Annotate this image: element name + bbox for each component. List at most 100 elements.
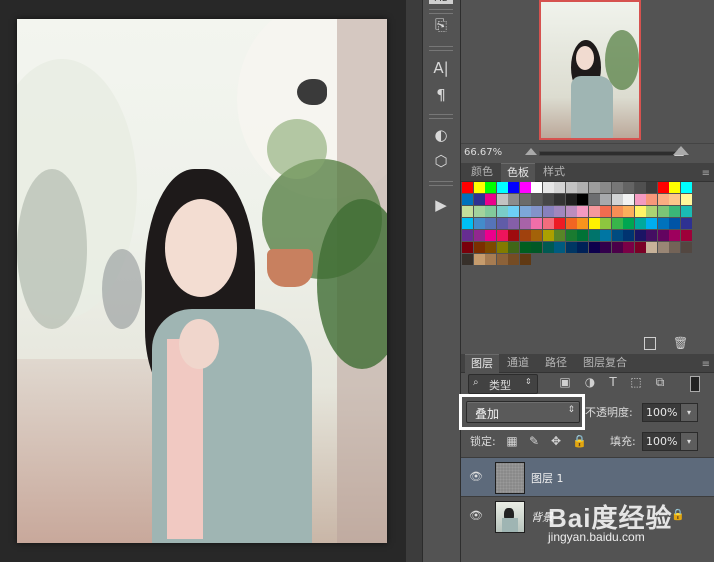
layer-name[interactable]: 图层 1 (531, 470, 564, 486)
color-swatch[interactable] (542, 218, 554, 229)
color-swatch[interactable] (462, 242, 473, 253)
zoom-out-icon[interactable] (525, 148, 537, 155)
color-swatch[interactable] (473, 254, 485, 265)
color-swatch[interactable] (462, 194, 473, 205)
color-swatch[interactable] (588, 242, 600, 253)
color-swatch[interactable] (669, 206, 680, 217)
color-swatch[interactable] (519, 218, 531, 229)
color-swatch[interactable] (634, 206, 646, 217)
adjustments-icon[interactable]: ◐ (429, 124, 453, 146)
color-swatch[interactable] (577, 182, 588, 193)
color-swatch[interactable] (577, 206, 588, 217)
color-swatch[interactable] (519, 194, 531, 205)
color-swatch[interactable] (565, 194, 577, 205)
color-swatch[interactable] (496, 182, 508, 193)
color-swatch[interactable] (680, 242, 692, 253)
color-swatch[interactable] (554, 230, 565, 241)
color-swatch[interactable] (473, 242, 485, 253)
color-swatch[interactable] (531, 182, 542, 193)
color-swatch[interactable] (634, 182, 646, 193)
color-swatch[interactable] (519, 182, 531, 193)
color-swatch[interactable] (600, 182, 611, 193)
color-swatch[interactable] (542, 242, 554, 253)
color-swatch[interactable] (565, 206, 577, 217)
color-swatch[interactable] (462, 230, 473, 241)
color-swatch[interactable] (496, 206, 508, 217)
color-swatch[interactable] (669, 218, 680, 229)
color-swatch[interactable] (577, 242, 588, 253)
new-swatch-icon[interactable] (644, 337, 656, 350)
color-swatch[interactable] (485, 194, 496, 205)
color-swatch[interactable] (565, 218, 577, 229)
color-swatch[interactable] (462, 206, 473, 217)
color-swatch[interactable] (588, 230, 600, 241)
color-swatch[interactable] (508, 194, 519, 205)
tab-layers[interactable]: 图层 (465, 354, 499, 373)
color-swatch[interactable] (680, 230, 692, 241)
color-swatch[interactable] (519, 230, 531, 241)
color-swatch[interactable] (600, 242, 611, 253)
color-swatch[interactable] (634, 242, 646, 253)
tab-styles[interactable]: 样式 (537, 163, 571, 181)
color-swatch[interactable] (496, 218, 508, 229)
color-swatch[interactable] (646, 194, 657, 205)
color-swatch[interactable] (531, 218, 542, 229)
color-swatch[interactable] (554, 242, 565, 253)
eye-icon[interactable]: 👁 (469, 509, 483, 523)
color-swatch[interactable] (462, 218, 473, 229)
color-swatch[interactable] (554, 182, 565, 193)
color-swatch[interactable] (646, 182, 657, 193)
panel-menu-icon[interactable]: ≡ (702, 168, 710, 179)
fill-input[interactable]: 100% (642, 432, 682, 451)
filter-shape-icon[interactable]: ⬚ (628, 375, 644, 391)
color-swatch[interactable] (669, 242, 680, 253)
color-swatch[interactable] (496, 194, 508, 205)
color-swatch[interactable] (646, 218, 657, 229)
color-swatch[interactable] (519, 206, 531, 217)
swatch-grid[interactable] (462, 182, 693, 268)
eye-icon[interactable]: 👁 (469, 470, 483, 484)
color-swatch[interactable] (588, 218, 600, 229)
color-swatch[interactable] (496, 230, 508, 241)
panel-grip[interactable] (429, 114, 453, 119)
color-swatch[interactable] (600, 206, 611, 217)
color-swatch[interactable] (623, 194, 634, 205)
color-swatch[interactable] (485, 206, 496, 217)
color-swatch[interactable] (646, 242, 657, 253)
color-swatch[interactable] (531, 242, 542, 253)
zoom-in-icon[interactable] (673, 146, 689, 155)
color-swatch[interactable] (485, 254, 496, 265)
lock-pixels-icon[interactable]: ✎ (528, 435, 540, 447)
lock-all-icon[interactable]: 🔒 (572, 435, 587, 447)
color-swatch[interactable] (508, 206, 519, 217)
lock-transparent-icon[interactable]: ▦ (506, 435, 518, 447)
color-swatch[interactable] (600, 230, 611, 241)
filter-type-icon[interactable]: T (605, 375, 621, 391)
color-swatch[interactable] (611, 206, 623, 217)
color-swatch[interactable] (634, 218, 646, 229)
color-swatch[interactable] (485, 242, 496, 253)
color-swatch[interactable] (680, 194, 692, 205)
color-swatch[interactable] (657, 230, 669, 241)
color-swatch[interactable] (623, 242, 634, 253)
color-swatch[interactable] (577, 230, 588, 241)
color-swatch[interactable] (680, 218, 692, 229)
color-swatch[interactable] (473, 230, 485, 241)
color-swatch[interactable] (646, 206, 657, 217)
color-swatch[interactable] (496, 254, 508, 265)
color-swatch[interactable] (600, 218, 611, 229)
layer-row-1[interactable]: 👁 图层 1 (461, 457, 714, 496)
color-swatch[interactable] (657, 182, 669, 193)
color-swatch[interactable] (657, 242, 669, 253)
zoom-slider[interactable] (539, 148, 684, 156)
color-swatch[interactable] (634, 230, 646, 241)
color-swatch[interactable] (473, 182, 485, 193)
layers-menu-icon[interactable]: ≡ (702, 359, 710, 370)
color-swatch[interactable] (462, 254, 473, 265)
color-swatch[interactable] (588, 206, 600, 217)
color-swatch[interactable] (680, 206, 692, 217)
color-swatch[interactable] (623, 218, 634, 229)
color-swatch[interactable] (588, 182, 600, 193)
3d-cube-icon[interactable]: ⬡ (429, 150, 453, 172)
panel-grip[interactable] (429, 46, 453, 51)
